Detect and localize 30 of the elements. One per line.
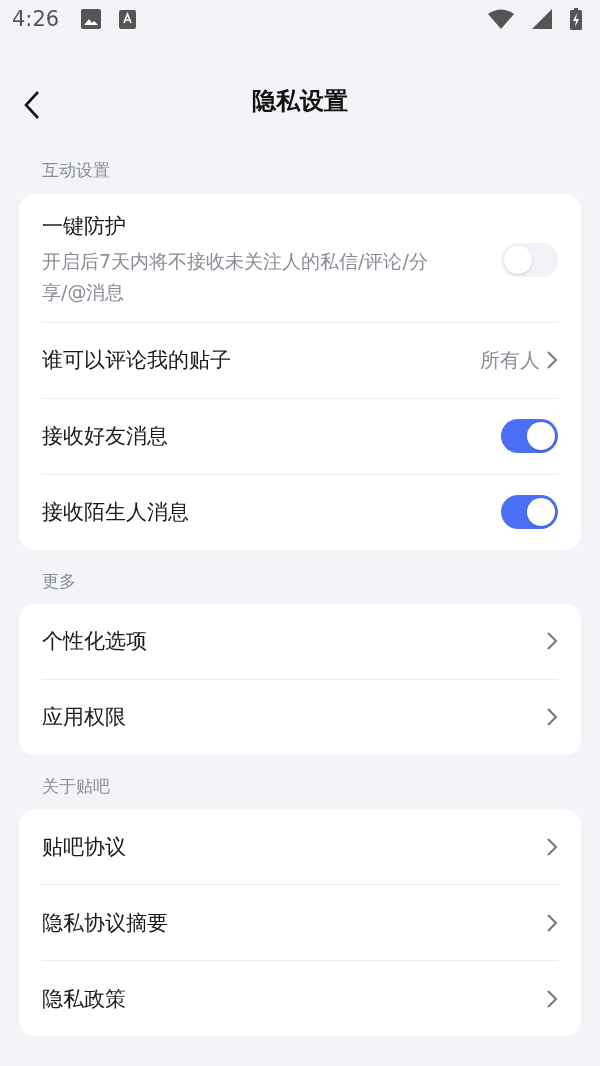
battery-charging-icon xyxy=(570,8,582,30)
setting-label: 一键防护 xyxy=(42,212,127,240)
chevron-right-icon xyxy=(546,836,558,857)
setting-label: 谁可以评论我的贴子 xyxy=(42,347,232,375)
section-title: 关于贴吧 xyxy=(42,774,110,798)
chevron-right-icon xyxy=(546,707,558,728)
setting-label: 隐私协议摘要 xyxy=(42,909,169,937)
keyboard-a-icon xyxy=(119,9,137,29)
setting-description: 开启后7天内将不接收未关注人的私信/评论/分享/@消息 xyxy=(42,248,429,305)
section-title: 更多 xyxy=(42,569,76,593)
section-title: 互动设置 xyxy=(42,159,110,183)
setting-label: 接收陌生人消息 xyxy=(42,499,190,527)
status-time: 4:26 xyxy=(12,7,60,31)
setting-label: 个性化选项 xyxy=(42,628,148,656)
chevron-right-icon xyxy=(546,988,558,1009)
wifi-icon xyxy=(488,9,514,29)
setting-label: 贴吧协议 xyxy=(42,833,127,861)
chevron-right-icon xyxy=(546,912,558,933)
chevron-right-icon xyxy=(546,631,558,652)
image-icon xyxy=(81,9,102,29)
signal-icon xyxy=(532,9,552,29)
toggle-switch[interactable] xyxy=(501,419,558,454)
chevron-right-icon xyxy=(546,350,558,371)
setting-label: 隐私政策 xyxy=(42,985,127,1013)
toggle-switch[interactable] xyxy=(501,495,558,530)
toggle-switch[interactable] xyxy=(501,242,558,277)
setting-label: 应用权限 xyxy=(42,704,127,732)
page-title: 隐私设置 xyxy=(252,85,348,117)
setting-value: 所有人 xyxy=(480,346,540,374)
setting-label: 接收好友消息 xyxy=(42,423,169,451)
